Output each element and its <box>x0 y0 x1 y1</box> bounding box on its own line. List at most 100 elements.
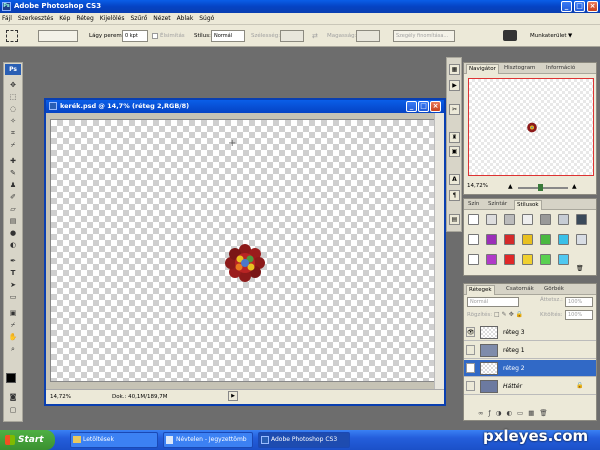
style-swatch[interactable] <box>468 214 479 225</box>
status-menu-arrow-icon[interactable]: ▶ <box>228 391 238 401</box>
menu-window[interactable]: Ablak <box>175 13 196 25</box>
taskbar-item-notepad[interactable]: Névtelen - Jegyzettömb <box>163 432 253 448</box>
selection-mode-buttons[interactable] <box>38 30 78 42</box>
antialias-checkbox[interactable] <box>152 33 158 39</box>
navigator-preview[interactable] <box>468 78 594 176</box>
lasso-tool-icon[interactable]: ◌ <box>7 105 19 113</box>
gradient-tool-icon[interactable]: ▤ <box>7 217 19 225</box>
vertical-scrollbar[interactable] <box>434 113 444 389</box>
menu-select[interactable]: Kijelölés <box>98 13 127 25</box>
style-swatch[interactable] <box>504 234 515 245</box>
style-select[interactable]: Normál <box>211 30 245 42</box>
lock-icons[interactable]: □✎✥🔒 <box>494 311 525 318</box>
document-title-bar[interactable]: kerék.psd @ 14,7% (réteg 2,RGB/8) _ □ × <box>46 100 444 113</box>
workspace-menu[interactable]: Munkaterület <box>530 30 567 42</box>
style-swatch[interactable] <box>558 214 569 225</box>
style-swatch[interactable] <box>540 254 551 265</box>
paragraph-dock-icon[interactable]: ¶ <box>449 190 460 201</box>
pen-tool-icon[interactable]: ✒ <box>7 257 19 265</box>
tab-paths[interactable]: Görbék <box>542 285 566 295</box>
eye-icon[interactable]: 👁 <box>466 327 475 337</box>
style-swatch[interactable] <box>558 254 569 265</box>
style-swatch[interactable] <box>576 214 587 225</box>
canvas[interactable]: + <box>50 119 436 382</box>
style-swatch[interactable] <box>522 214 533 225</box>
shape-tool-icon[interactable]: ▭ <box>7 293 19 301</box>
menu-help[interactable]: Súgó <box>197 13 216 25</box>
height-input[interactable] <box>356 30 380 42</box>
zoom-level[interactable]: 14,72% <box>50 390 71 404</box>
zoom-slider-thumb[interactable] <box>538 184 543 191</box>
crop-tool-icon[interactable]: ⌗ <box>7 129 19 137</box>
fill-input[interactable]: 100% <box>565 310 593 320</box>
navigator-zoom[interactable]: 14,72% <box>467 183 488 189</box>
clone-stamp-icon[interactable]: ♟ <box>7 181 19 189</box>
style-swatch[interactable] <box>540 214 551 225</box>
doc-maximize-button[interactable]: □ <box>418 101 429 112</box>
character-dock-icon[interactable]: A <box>449 174 460 185</box>
tool-presets-dock-icon[interactable]: ▶ <box>449 80 460 91</box>
marquee-tool-icon[interactable] <box>6 30 18 42</box>
foreground-color-swatch[interactable] <box>6 373 16 383</box>
refine-edge-button[interactable]: Szegély finomítása... <box>393 30 455 42</box>
blend-mode-select[interactable]: Normál <box>467 297 519 307</box>
feather-input[interactable]: 0 kpt <box>122 30 148 42</box>
zoom-in-icon[interactable]: ▲ <box>572 183 577 190</box>
tab-channels[interactable]: Csatornák <box>504 285 536 295</box>
history-brush-icon[interactable]: ✐ <box>7 193 19 201</box>
quick-mask-icon[interactable]: ◙ <box>7 393 19 401</box>
dodge-tool-icon[interactable]: ◐ <box>7 241 19 249</box>
swap-icon[interactable]: ⇄ <box>312 30 318 42</box>
notes-tool-icon[interactable]: ▣ <box>7 309 19 317</box>
layer-row-selected[interactable]: réteg 2 <box>464 360 596 377</box>
layer-row[interactable]: 👁 réteg 3 <box>464 324 596 341</box>
hand-tool-icon[interactable]: ✋ <box>7 333 19 341</box>
taskbar-item-downloads[interactable]: Letöltések <box>70 432 158 448</box>
workspace-icon[interactable] <box>503 30 517 41</box>
style-swatch[interactable] <box>486 234 497 245</box>
tab-navigator[interactable]: Navigátor <box>466 64 499 74</box>
clone-source-dock-icon[interactable]: ✂ <box>449 104 460 115</box>
menu-edit[interactable]: Szerkesztés <box>16 13 56 25</box>
close-button[interactable]: × <box>587 1 598 12</box>
minimize-button[interactable]: _ <box>561 1 572 12</box>
eyedropper2-icon[interactable]: ⌿ <box>7 321 19 329</box>
brushes-dock-icon[interactable]: ▦ <box>449 64 460 75</box>
layer-row[interactable]: Háttér 🔒 <box>464 378 596 395</box>
style-swatch[interactable] <box>486 214 497 225</box>
style-swatch[interactable] <box>468 234 479 245</box>
style-swatch[interactable] <box>522 254 533 265</box>
delete-style-icon[interactable]: 🗑 <box>576 265 584 272</box>
style-swatch[interactable] <box>558 234 569 245</box>
style-swatch[interactable] <box>504 254 515 265</box>
blur-tool-icon[interactable]: ● <box>7 229 19 237</box>
type-tool-icon[interactable]: T <box>7 269 19 277</box>
style-swatch[interactable] <box>540 234 551 245</box>
style-swatch[interactable] <box>468 254 479 265</box>
screen-mode-icon[interactable]: ▢ <box>7 406 19 414</box>
move-tool-icon[interactable]: ✥ <box>7 81 19 89</box>
opacity-input[interactable]: 100% <box>565 297 593 307</box>
marquee-tool-icon[interactable]: ⬚ <box>7 93 19 101</box>
tab-swatches[interactable]: Színtár <box>486 200 509 210</box>
menu-image[interactable]: Kép <box>57 13 72 25</box>
chevron-down-icon[interactable]: ▼ <box>568 30 572 42</box>
doc-minimize-button[interactable]: _ <box>406 101 417 112</box>
menu-layer[interactable]: Réteg <box>74 13 95 25</box>
style-swatch[interactable] <box>576 234 587 245</box>
width-input[interactable] <box>280 30 304 42</box>
menu-view[interactable]: Nézet <box>151 13 172 25</box>
eyedropper-icon[interactable]: ⌿ <box>7 141 19 149</box>
layers-footer-buttons[interactable]: ∞ƒ◑◐▭▦🗑 <box>464 406 596 420</box>
doc-close-button[interactable]: × <box>430 101 441 112</box>
layer-row[interactable]: réteg 1 <box>464 342 596 359</box>
tab-info[interactable]: Információ <box>544 64 577 74</box>
style-swatch[interactable] <box>504 214 515 225</box>
actions-dock-icon[interactable]: ♜ <box>449 132 460 143</box>
start-button[interactable]: Start <box>0 430 55 450</box>
taskbar-item-photoshop[interactable]: Adobe Photoshop CS3 <box>258 432 350 448</box>
tab-histogram[interactable]: Hisztogram <box>502 64 537 74</box>
maximize-button[interactable]: □ <box>574 1 585 12</box>
magic-wand-icon[interactable]: ✧ <box>7 117 19 125</box>
tab-color[interactable]: Szín <box>466 200 481 210</box>
